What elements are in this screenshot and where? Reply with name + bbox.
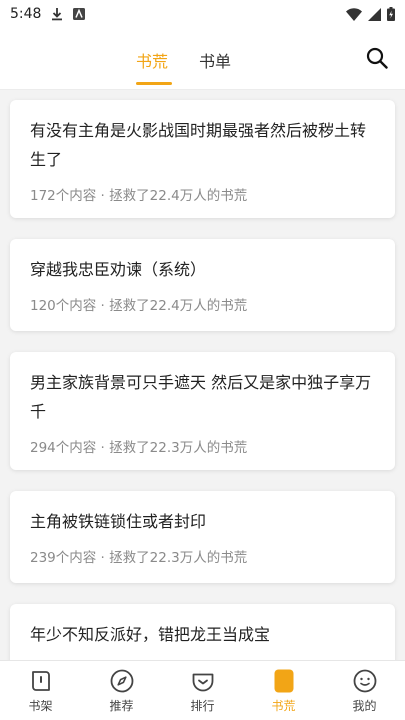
nav-label: 书架: [28, 699, 53, 713]
nav-item-recommend[interactable]: 推荐: [81, 661, 162, 720]
nav-label: 我的: [352, 699, 377, 713]
bookshelf-icon: [31, 671, 50, 691]
card-title: 穿越我忠臣劝谏（系统）: [30, 260, 207, 279]
book-shortage-list[interactable]: 有没有主角是火影战国时期最强者然后被秽土转生了 172个内容 · 拯救了22.4…: [0, 90, 405, 660]
wifi-icon: [346, 7, 362, 21]
app-notification-icon: [73, 8, 86, 20]
profile-icon: [353, 669, 376, 693]
nav-item-ranking[interactable]: 排行: [162, 661, 243, 720]
card-meta: 239个内容 · 拯救了22.3万人的书荒: [30, 550, 248, 566]
nav-item-book-shortage[interactable]: 书荒: [243, 661, 324, 720]
search-icon: [366, 47, 388, 69]
status-time: 5:48: [10, 6, 42, 22]
card-meta: 172个内容 · 拯救了22.4万人的书荒: [30, 188, 248, 204]
nav-label: 推荐: [109, 699, 134, 713]
list-item[interactable]: 有没有主角是火影战国时期最强者然后被秽土转生了 172个内容 · 拯救了22.4…: [10, 100, 395, 218]
status-bar: 5:48: [0, 0, 405, 28]
card-meta: 294个内容 · 拯救了22.3万人的书荒: [30, 440, 248, 456]
tab-book-shortage[interactable]: 书荒: [136, 48, 168, 72]
tab-book-list[interactable]: 书单: [199, 48, 231, 72]
nav-item-bookshelf[interactable]: 书架: [0, 661, 81, 720]
active-tab-indicator: [136, 82, 172, 85]
cellular-signal-icon: [368, 7, 381, 21]
compass-icon: [110, 669, 133, 693]
top-tab-bar: 书荒 书单: [0, 28, 405, 90]
download-icon: [51, 7, 63, 21]
ranking-icon: [192, 673, 213, 692]
list-item[interactable]: 主角被铁链锁住或者封印 239个内容 · 拯救了22.3万人的书荒: [10, 491, 395, 583]
card-title: 男主家族背景可只手遮天 然后又是家中独子享万千: [30, 373, 372, 421]
card-title: 主角被铁链锁住或者封印: [30, 512, 207, 531]
card-title: 有没有主角是火影战国时期最强者然后被秽土转生了: [30, 121, 367, 169]
search-button[interactable]: [365, 46, 389, 70]
card-meta: 120个内容 · 拯救了22.4万人的书荒: [30, 298, 248, 314]
card-title: 年少不知反派好，错把龙王当成宝: [30, 625, 271, 644]
nav-label: 书荒: [271, 699, 296, 713]
book-shortage-icon: [274, 669, 293, 693]
list-item[interactable]: 男主家族背景可只手遮天 然后又是家中独子享万千 294个内容 · 拯救了22.3…: [10, 352, 395, 470]
bottom-navigation: 书架 推荐 排行 书荒 我的: [0, 660, 405, 720]
list-item[interactable]: 穿越我忠臣劝谏（系统） 120个内容 · 拯救了22.4万人的书荒: [10, 239, 395, 331]
nav-item-profile[interactable]: 我的: [324, 661, 405, 720]
nav-label: 排行: [190, 699, 215, 713]
battery-icon: [387, 7, 395, 21]
list-item[interactable]: 年少不知反派好，错把龙王当成宝: [10, 604, 395, 660]
